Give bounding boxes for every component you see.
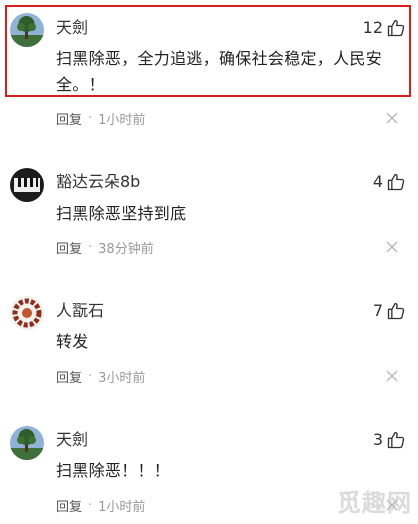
highlight-box: [5, 5, 411, 97]
comment-item: 人翫石 7 转发 回复 · 3小时前: [0, 290, 418, 400]
avatar[interactable]: [10, 296, 44, 330]
watermark: 觅趣网: [337, 488, 412, 517]
avatar[interactable]: [10, 168, 44, 202]
close-icon[interactable]: [386, 241, 398, 253]
timestamp: 1小时前: [98, 112, 146, 128]
dot-separator: ·: [88, 239, 93, 255]
username[interactable]: 天劍: [56, 429, 88, 451]
comment-meta: 回复 · 1小时前: [56, 109, 146, 128]
username[interactable]: 豁达云朵8b: [56, 171, 140, 193]
thumbs-up-icon: [387, 431, 405, 449]
close-icon[interactable]: [386, 112, 398, 124]
reply-button[interactable]: 回复: [56, 109, 82, 128]
comment-meta: 回复 · 38分钟前: [56, 238, 154, 257]
timestamp: 3小时前: [98, 370, 146, 386]
username[interactable]: 人翫石: [56, 300, 104, 322]
comment-item: 豁达云朵8b 4 扫黑除恶坚持到底 回复 · 38分钟前: [0, 160, 418, 270]
comment-content: 转发: [56, 332, 89, 351]
like-count: 7: [372, 301, 383, 320]
reply-button[interactable]: 回复: [56, 367, 82, 386]
timestamp: 1小时前: [98, 499, 146, 515]
dot-separator: ·: [88, 110, 93, 126]
like-button[interactable]: 3: [373, 429, 406, 451]
reply-button[interactable]: 回复: [56, 496, 82, 515]
thumbs-up-icon: [387, 302, 405, 320]
comment-meta: 回复 · 3小时前: [56, 367, 146, 386]
comment-content: 扫黑除恶！！！: [56, 461, 171, 480]
thumbs-up-icon: [387, 173, 405, 191]
like-count: 3: [372, 430, 383, 449]
comment-meta: 回复 · 1小时前: [56, 496, 146, 515]
dot-separator: ·: [88, 368, 93, 384]
like-button[interactable]: 4: [373, 171, 406, 193]
like-button[interactable]: 7: [373, 300, 406, 322]
comment-content: 扫黑除恶坚持到底: [56, 204, 187, 223]
dot-separator: ·: [88, 497, 93, 513]
close-icon[interactable]: [386, 370, 398, 382]
timestamp: 38分钟前: [98, 241, 154, 257]
reply-button[interactable]: 回复: [56, 238, 82, 257]
like-count: 4: [372, 172, 383, 191]
avatar[interactable]: [10, 426, 44, 460]
